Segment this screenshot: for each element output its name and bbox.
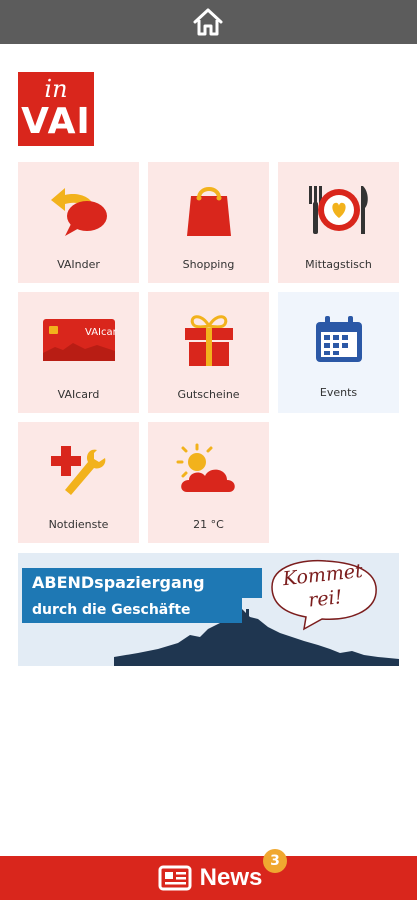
news-button[interactable]: News	[150, 858, 270, 898]
tile-label: 21 °C	[193, 518, 224, 531]
top-bar	[0, 0, 417, 44]
logo-bottom-text: VAI	[21, 101, 91, 142]
tile-mittagstisch[interactable]: Mittagstisch	[278, 162, 399, 283]
gift-icon	[184, 315, 233, 366]
tile-vaicard[interactable]: VAIcard VAIcard	[18, 292, 139, 413]
tile-shopping[interactable]: Shopping	[148, 162, 269, 283]
home-icon	[193, 8, 223, 36]
weather-icon	[176, 443, 235, 492]
tile-label: Mittagstisch	[305, 258, 372, 271]
app-logo: in VAI	[18, 72, 94, 146]
news-label: News	[199, 864, 263, 891]
tile-label: VAIcard	[57, 388, 100, 401]
newspaper-icon	[158, 865, 192, 891]
tile-notdienste[interactable]: Notdienste	[18, 422, 139, 543]
promo-banner[interactable]: ABENDspaziergang durch die Geschäfte Kom…	[18, 553, 399, 666]
tile-weather[interactable]: 21 °C	[148, 422, 269, 543]
tile-gutscheine[interactable]: Gutscheine	[148, 292, 269, 413]
cross-wrench-icon	[50, 446, 105, 495]
news-count-badge: 3	[263, 849, 287, 873]
calendar-icon	[315, 316, 362, 362]
plate-cutlery-icon	[308, 186, 368, 234]
banner-line2: durch die Geschäfte	[22, 597, 242, 623]
home-button[interactable]	[190, 6, 226, 38]
tile-label: Shopping	[182, 258, 235, 271]
tile-label: Notdienste	[48, 518, 109, 531]
logo-top-text: in	[44, 75, 68, 103]
tile-label: Events	[319, 386, 358, 399]
tile-label: VAInder	[57, 258, 100, 271]
speech-bubble-arrow-icon	[50, 188, 107, 236]
tile-events[interactable]: Events	[278, 292, 399, 413]
shopping-bag-icon	[186, 187, 231, 236]
card-icon: VAIcard	[42, 319, 117, 361]
tile-label: Gutscheine	[177, 388, 240, 401]
banner-line1: ABENDspaziergang	[22, 568, 262, 598]
card-text: VAIcard	[85, 327, 117, 338]
tile-vainder[interactable]: VAInder	[18, 162, 139, 283]
